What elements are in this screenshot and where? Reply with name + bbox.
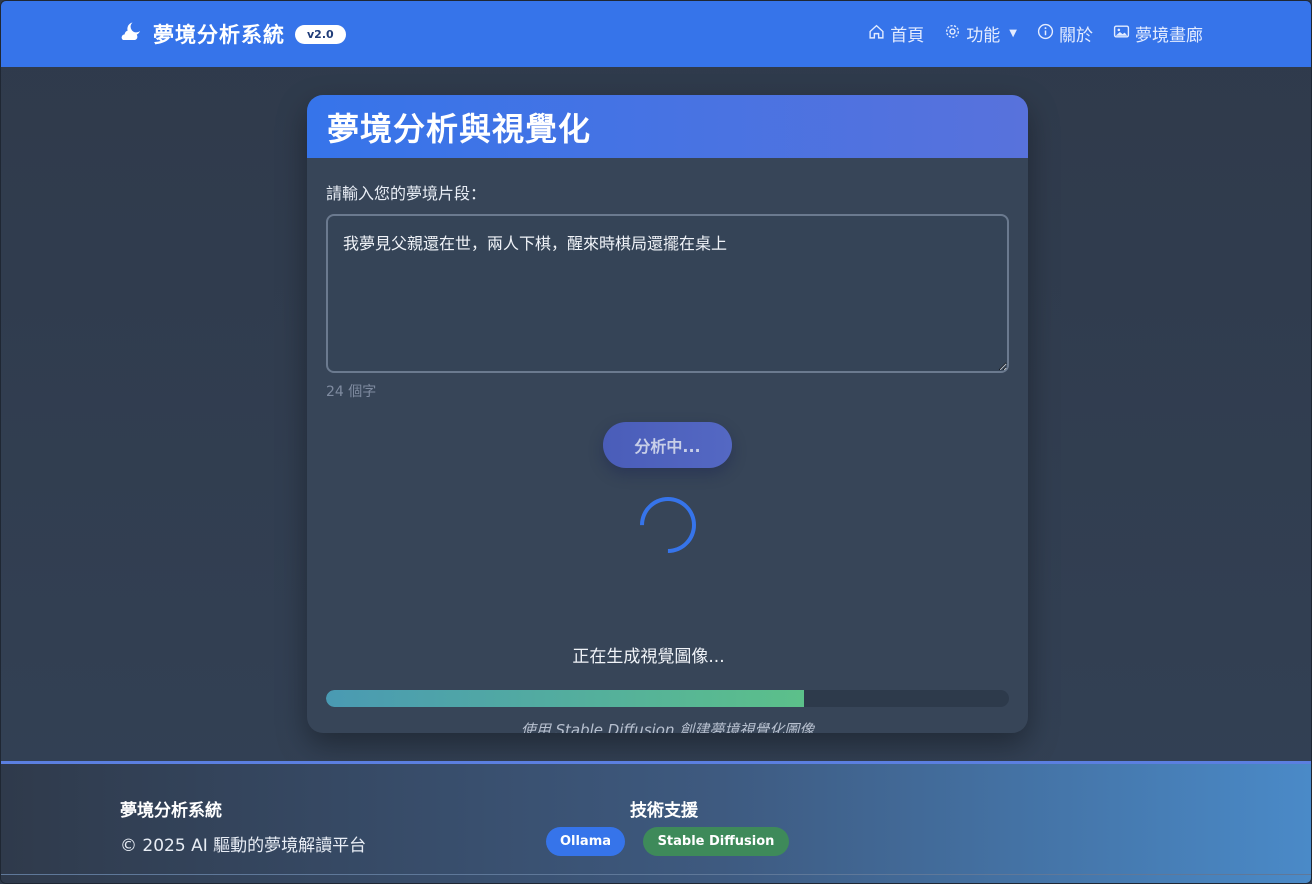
brand-title: 夢境分析系統	[153, 23, 285, 47]
nav-links: 首頁 功能 ▼ 關於 夢境畫廊	[868, 21, 1203, 46]
footer-copyright: © 2025 AI 驅動的夢境解讀平台	[120, 836, 367, 856]
progress-caption: 使用 Stable Diffusion 創建夢境視覺化圖像	[520, 721, 815, 733]
footer: 夢境分析系統 © 2025 AI 驅動的夢境解讀平台 技術支援 Ollama S…	[1, 761, 1311, 883]
navbar: 夢境分析系統 v2.0 首頁 功能 ▼ 關於 夢境畫廊	[1, 1, 1311, 67]
dream-input[interactable]	[326, 214, 1009, 373]
tech-badge-stable-diffusion: Stable Diffusion	[643, 827, 789, 856]
loading-spinner-icon	[628, 485, 708, 565]
gear-icon	[944, 23, 961, 45]
version-badge: v2.0	[295, 24, 346, 44]
image-icon	[1113, 23, 1130, 45]
progress-bar-fill	[326, 690, 805, 707]
nav-item-gallery[interactable]: 夢境畫廊	[1113, 21, 1203, 46]
card-header: 夢境分析與視覺化	[307, 95, 1028, 158]
app-window: 夢境分析系統 v2.0 首頁 功能 ▼ 關於 夢境畫廊 夢境分析與視覺化 請輸入…	[0, 0, 1312, 884]
footer-divider	[1, 874, 1311, 875]
footer-brand: 夢境分析系統	[120, 801, 222, 821]
nav-item-features-label: 功能	[966, 26, 1001, 46]
page-title: 夢境分析與視覺化	[327, 109, 592, 148]
dream-input-label: 請輸入您的夢境片段：	[326, 184, 487, 203]
footer-tech-title: 技術支援	[630, 801, 698, 821]
char-count: 24 個字	[326, 384, 377, 400]
chevron-down-icon: ▼	[1009, 28, 1017, 39]
analyze-button[interactable]: 分析中...	[603, 422, 732, 468]
home-icon	[868, 23, 885, 45]
progress-bar	[326, 690, 1009, 707]
nav-item-home[interactable]: 首頁	[868, 21, 924, 46]
info-icon	[1037, 23, 1054, 45]
nav-item-gallery-label: 夢境畫廊	[1135, 26, 1203, 46]
nav-item-home-label: 首頁	[890, 26, 925, 46]
nav-item-about-label: 關於	[1059, 26, 1093, 46]
moon-cloud-icon	[119, 20, 143, 48]
brand-link[interactable]: 夢境分析系統 v2.0	[119, 17, 346, 51]
nav-item-features[interactable]: 功能 ▼	[944, 21, 1017, 46]
tech-badge-ollama: Ollama	[546, 827, 625, 856]
status-text: 正在生成視覺圖像...	[572, 647, 725, 667]
nav-item-about[interactable]: 關於	[1037, 21, 1093, 46]
dream-analysis-card: 夢境分析與視覺化 請輸入您的夢境片段： 24 個字 分析中... 正在生成視覺圖…	[307, 95, 1028, 733]
